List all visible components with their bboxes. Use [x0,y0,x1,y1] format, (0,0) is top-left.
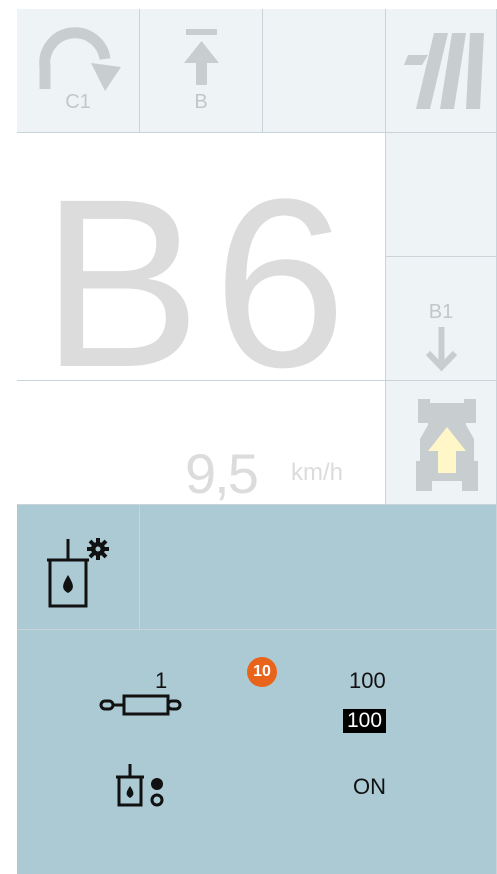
lift-label: B [194,91,208,113]
gear-indicator: B6 [41,163,359,403]
speed-value: 9,5 [185,442,259,505]
alert-badge: 10 [247,657,277,687]
speed-display: 9,5 km/h [17,381,386,505]
flow-value: 100 [349,668,386,693]
hydraulic-settings-icon [47,538,109,608]
hydraulic-pump-icon [116,764,164,807]
turn-c1-button[interactable]: C1 [17,9,140,133]
gear-letter: B [41,149,214,417]
gear-number: 6 [213,149,359,417]
hydraulic-settings-button[interactable] [17,505,140,630]
flow-setpoint-field[interactable]: 100 [343,709,387,733]
lift-b-button[interactable]: B [140,9,263,133]
hydraulic-cylinder-icon [99,694,182,716]
empty-slot [263,9,386,133]
turn-label: C1 [65,91,91,113]
field-lanes-button[interactable] [386,9,497,133]
hydraulic-header-empty [140,505,497,630]
shift-down-label: B1 [428,301,454,323]
pump-status: ON [353,774,386,799]
gear-display: B6 [17,133,386,403]
arrow-down-icon [425,327,458,372]
tractor-forward-icon [416,399,478,491]
tractor-direction-button[interactable] [386,381,497,505]
shift-down-button[interactable]: B1 [386,257,497,381]
field-lanes-icon [404,33,484,109]
speed-unit: km/h [291,459,344,486]
empty-right-slot [386,133,497,257]
